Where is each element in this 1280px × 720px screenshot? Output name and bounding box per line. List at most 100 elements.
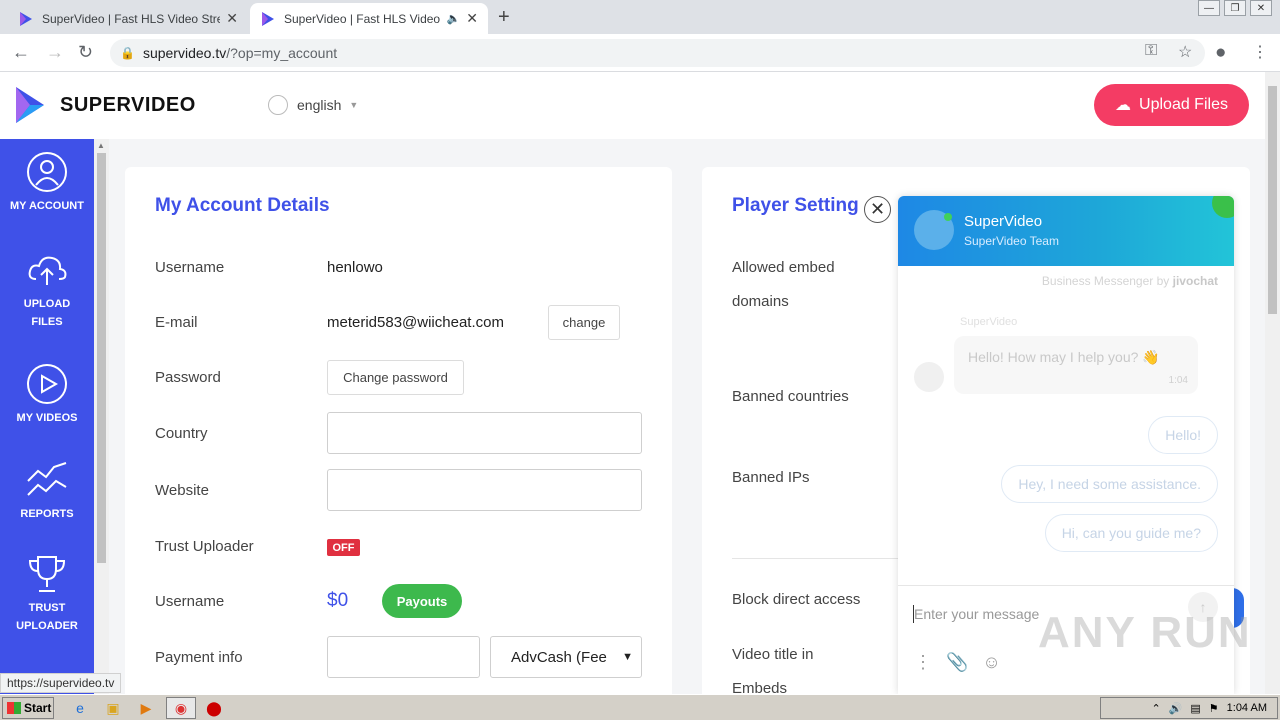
- payouts-button[interactable]: Payouts: [382, 584, 462, 618]
- clock[interactable]: 1:04 AM: [1227, 702, 1267, 714]
- paperclip-icon[interactable]: 📎: [946, 652, 968, 673]
- online-status-dot: [944, 213, 952, 221]
- speaker-icon[interactable]: 🔈: [447, 12, 461, 25]
- new-tab-icon[interactable]: +: [498, 6, 510, 29]
- cloud-upload-icon: [28, 256, 67, 285]
- website-label: Website: [155, 482, 209, 499]
- lock-icon[interactable]: 🔒: [120, 46, 135, 60]
- video-title-label-2: Embeds: [732, 680, 788, 694]
- chat-message-input[interactable]: Enter your message: [914, 606, 1039, 622]
- status-corner: [1212, 196, 1234, 218]
- globe-icon: [268, 95, 288, 115]
- chrome-icon: ◉: [174, 699, 188, 716]
- profile-icon[interactable]: ●: [1215, 42, 1226, 64]
- tray-arrow-icon[interactable]: ⌃: [1151, 702, 1160, 715]
- tab-close-icon[interactable]: ✕: [466, 10, 478, 27]
- chat-close-button[interactable]: ✕: [864, 196, 891, 223]
- sidebar-item-my-videos[interactable]: MY VIDEOS: [0, 363, 94, 427]
- chat-team-name: SuperVideo Team: [964, 234, 1059, 248]
- account-details-card: My Account Details Username henlowo E-ma…: [125, 167, 672, 694]
- menu-dots-icon[interactable]: ⋮: [1252, 42, 1268, 62]
- payment-method-value: AdvCash (Fee: [511, 648, 607, 666]
- change-email-button[interactable]: change: [548, 305, 620, 340]
- emoji-icon[interactable]: ☺: [982, 652, 1000, 673]
- tab-close-icon[interactable]: ✕: [226, 10, 238, 27]
- website-input[interactable]: [327, 469, 642, 511]
- account-details-title: My Account Details: [155, 195, 330, 216]
- chat-message: Hello! How may I help you? 👋 1:04: [954, 336, 1198, 394]
- browser-tab-1[interactable]: SuperVideo | Fast HLS Video Streami ✕: [8, 3, 248, 34]
- trust-status-badge: OFF: [327, 539, 360, 556]
- maximize-icon[interactable]: ❐: [1224, 0, 1246, 16]
- tab-title: SuperVideo | Fast HLS Video Streami: [42, 11, 221, 26]
- sidebar-scrollbar[interactable]: ▲: [94, 139, 109, 694]
- sidebar-item-trust-uploader[interactable]: TRUST UPLOADER: [0, 553, 94, 635]
- more-dots-icon[interactable]: ⋮: [914, 652, 932, 673]
- reload-icon[interactable]: ↻: [78, 42, 93, 63]
- antivirus-icon[interactable]: ⬤: [204, 698, 224, 718]
- block-direct-access-label: Block direct access: [732, 591, 861, 608]
- sidebar-item-upload-files[interactable]: UPLOAD FILES: [0, 249, 94, 331]
- address-bar: ← → ↻ 🔒 supervideo.tv/?op=my_account ⚿ ☆…: [0, 34, 1280, 72]
- player-settings-title: Player Setting: [732, 195, 859, 216]
- sidebar-item-reports[interactable]: REPORTS: [0, 459, 94, 523]
- forward-icon[interactable]: →: [46, 42, 64, 63]
- country-input[interactable]: [327, 412, 642, 454]
- email-label: E-mail: [155, 314, 198, 331]
- scrollbar-thumb[interactable]: [1268, 86, 1277, 314]
- language-selector[interactable]: english ▼: [268, 95, 358, 115]
- jivochat-brand: jivochat: [1172, 274, 1218, 288]
- folder-icon[interactable]: ▣: [103, 698, 123, 718]
- start-button[interactable]: Start: [2, 697, 54, 719]
- network-icon[interactable]: ▤: [1190, 702, 1200, 715]
- quick-reply-button[interactable]: Hi, can you guide me?: [1044, 514, 1218, 552]
- scrollbar-thumb[interactable]: [97, 153, 106, 563]
- password-label: Password: [155, 369, 221, 386]
- chevron-down-icon: ▼: [622, 651, 633, 663]
- start-label: Start: [24, 701, 52, 715]
- trophy-icon: [28, 556, 66, 592]
- avatar: [914, 362, 944, 392]
- browser-tab-2[interactable]: SuperVideo | Fast HLS Video Str 🔈 ✕: [250, 3, 488, 34]
- window-close-icon[interactable]: ✕: [1250, 0, 1272, 16]
- balance-label: Username: [155, 593, 225, 610]
- taskbar: Start e ▣ ▶ ◉ ⬤ ⌃ 🔊 ▤ ⚑ 1:04 AM: [0, 694, 1280, 720]
- change-password-button[interactable]: Change password: [327, 360, 464, 395]
- username-value: henlowo: [327, 259, 383, 276]
- powered-by[interactable]: Business Messenger by jivochat: [1042, 274, 1218, 288]
- allowed-embed-label: Allowed embed: [732, 259, 835, 276]
- upload-files-button[interactable]: ☁ Upload Files: [1094, 84, 1249, 126]
- minimize-icon[interactable]: —: [1198, 0, 1220, 16]
- trust-uploader-label: Trust Uploader: [155, 538, 254, 555]
- media-player-icon[interactable]: ▶: [136, 698, 156, 718]
- url-field[interactable]: 🔒 supervideo.tv/?op=my_account: [110, 39, 1205, 67]
- chat-agent-name: SuperVideo: [964, 213, 1043, 230]
- ie-icon[interactable]: e: [70, 698, 90, 718]
- sidebar-item-my-account[interactable]: MY ACCOUNT: [0, 151, 94, 215]
- status-url-tooltip: https://supervideo.tv: [0, 673, 122, 693]
- email-value: meterid583@wiicheat.com: [327, 314, 504, 331]
- chat-header: SuperVideo SuperVideo Team: [898, 196, 1234, 266]
- sidebar-label: UPLOAD: [23, 298, 71, 310]
- star-icon[interactable]: ☆: [1178, 42, 1192, 62]
- brand-name: SUPERVIDEO: [60, 93, 196, 116]
- user-icon: [27, 152, 67, 192]
- volume-icon[interactable]: 🔊: [1169, 702, 1183, 715]
- payment-method-select[interactable]: AdvCash (Fee ▼: [490, 636, 642, 678]
- logo[interactable]: SUPERVIDEO: [14, 85, 196, 125]
- quick-reply-button[interactable]: Hey, I need some assistance.: [1001, 465, 1218, 503]
- upload-files-label: Upload Files: [1139, 96, 1228, 113]
- payment-info-input[interactable]: [327, 636, 480, 678]
- allowed-embed-label-2: domains: [732, 293, 789, 310]
- key-icon[interactable]: ⚿: [1145, 42, 1157, 60]
- page-scrollbar[interactable]: [1265, 72, 1280, 694]
- quick-reply-button[interactable]: Hello!: [1148, 416, 1218, 454]
- chevron-down-icon: ▼: [349, 100, 359, 110]
- message-time: 1:04: [1168, 375, 1188, 386]
- flag-icon[interactable]: ⚑: [1209, 702, 1219, 715]
- scroll-up-icon[interactable]: ▲: [97, 141, 105, 150]
- chat-tools: ⋮ 📎 ☺: [914, 652, 1001, 673]
- balance-value: $0: [327, 590, 349, 611]
- sidebar-label: UPLOADER: [16, 620, 78, 632]
- back-icon[interactable]: ←: [12, 42, 30, 63]
